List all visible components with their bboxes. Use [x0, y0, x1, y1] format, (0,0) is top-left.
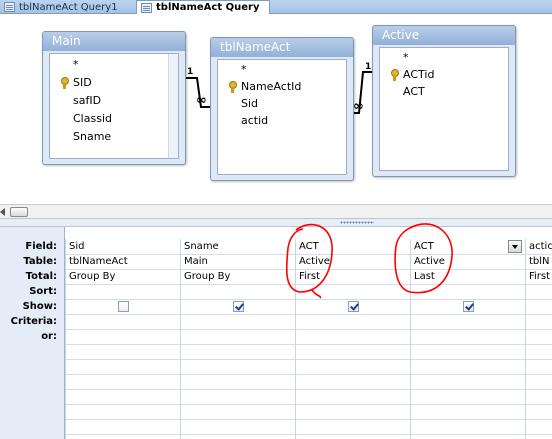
cell-table[interactable]: tblN [529, 254, 550, 269]
table-main-fields [49, 53, 179, 159]
grid-column[interactable]: Sid tblNameAct Group By [65, 239, 180, 439]
table-tblnameact-title[interactable]: tblNameAct [211, 38, 353, 57]
field-actid[interactable]: ACTid [403, 68, 434, 82]
table-main[interactable]: Main * SID safID Classid Sname [42, 31, 186, 165]
table-tblnameact[interactable]: tblNameAct * NameActId Sid actid [210, 37, 354, 181]
join-many-label: ∞ [353, 99, 364, 114]
row-label-criteria: Criteria: [10, 316, 57, 327]
tab-query1[interactable]: tblNameAct Query1 [0, 0, 132, 14]
grid-column[interactable]: actic tblN First [525, 239, 552, 439]
show-checkbox[interactable] [233, 301, 244, 312]
join-one-label: 1 [187, 67, 193, 77]
field-safid[interactable]: safID [73, 94, 101, 108]
field-actid[interactable]: actid [241, 114, 268, 128]
cell-field[interactable]: ACT [299, 239, 319, 254]
grid-column[interactable]: ACT Active First [295, 239, 410, 439]
cell-table[interactable]: Main [184, 254, 208, 269]
show-checkbox[interactable] [348, 301, 359, 312]
cell-field[interactable]: ACT [414, 239, 434, 254]
column-selector[interactable] [181, 227, 295, 239]
cell-field[interactable]: actic [529, 239, 552, 254]
cell-total[interactable]: First [529, 269, 550, 284]
table-active[interactable]: Active * ACTid ACT [372, 25, 516, 177]
cell-total[interactable]: Last [414, 269, 435, 284]
column-selector[interactable] [296, 227, 410, 239]
cell-table[interactable]: Active [414, 254, 445, 269]
grid-column[interactable]: Sname Main Group By [180, 239, 295, 439]
cell-total[interactable]: Group By [69, 269, 115, 284]
join-one-label: 1 [365, 62, 371, 72]
dropdown-arrow-icon[interactable] [508, 240, 522, 253]
document-tab-bar: tblNameAct Query1 tblNameAct Query [0, 0, 552, 14]
horizontal-scrollbar[interactable] [0, 204, 552, 218]
row-label-total: Total: [25, 271, 57, 282]
cell-table[interactable]: tblNameAct [69, 254, 128, 269]
pane-splitter[interactable] [0, 218, 552, 227]
tab-query-label: tblNameAct Query [156, 2, 260, 13]
field-sid[interactable]: SID [73, 76, 92, 90]
field-classid[interactable]: Classid [73, 112, 112, 126]
field-asterisk[interactable]: * [73, 58, 79, 72]
grid-row-headers: Field: Table: Total: Sort: Show: Criteri… [0, 227, 65, 439]
tab-query[interactable]: tblNameAct Query [136, 0, 270, 14]
field-nameactid[interactable]: NameActId [241, 80, 301, 94]
row-label-table: Table: [23, 256, 57, 267]
field-asterisk[interactable]: * [241, 63, 247, 77]
grid-column[interactable]: ACT Active Last [410, 239, 525, 439]
cell-table[interactable]: Active [299, 254, 330, 269]
tab-query1-label: tblNameAct Query1 [19, 1, 118, 13]
field-list-scrollbar[interactable] [168, 54, 178, 158]
query-icon [4, 2, 15, 12]
cell-field[interactable]: Sid [69, 239, 84, 254]
row-label-show: Show: [22, 301, 57, 312]
show-checkbox[interactable] [463, 301, 474, 312]
column-selector[interactable] [411, 227, 525, 239]
column-selector[interactable] [66, 227, 180, 239]
primary-key-icon [390, 69, 399, 81]
show-checkbox[interactable] [118, 301, 129, 312]
cell-total[interactable]: First [299, 269, 320, 284]
table-active-title[interactable]: Active [373, 26, 515, 45]
field-act[interactable]: ACT [403, 85, 425, 99]
query-icon [141, 2, 152, 13]
cell-total[interactable]: Group By [184, 269, 230, 284]
field-sname[interactable]: Sname [73, 130, 111, 144]
table-main-title[interactable]: Main [43, 32, 185, 51]
table-tblnameact-fields [217, 59, 347, 175]
row-label-field: Field: [25, 241, 57, 252]
row-label-sort: Sort: [29, 286, 57, 297]
field-asterisk[interactable]: * [403, 51, 409, 65]
primary-key-icon [228, 81, 237, 93]
scrollbar-thumb[interactable] [10, 207, 28, 217]
primary-key-icon [60, 77, 69, 89]
query-design-grid: Field: Table: Total: Sort: Show: Criteri… [0, 227, 552, 439]
table-active-fields [379, 47, 509, 171]
row-label-or: or: [41, 331, 57, 342]
field-sid[interactable]: Sid [241, 97, 258, 111]
scroll-left-icon[interactable] [0, 208, 5, 216]
splitter-grip-icon[interactable] [340, 221, 374, 224]
query-design-pane: 1 ∞ ∞ 1 Main * SID safID Classid Sname t… [0, 14, 552, 204]
cell-field[interactable]: Sname [184, 239, 219, 254]
join-many-label: ∞ [196, 93, 207, 108]
